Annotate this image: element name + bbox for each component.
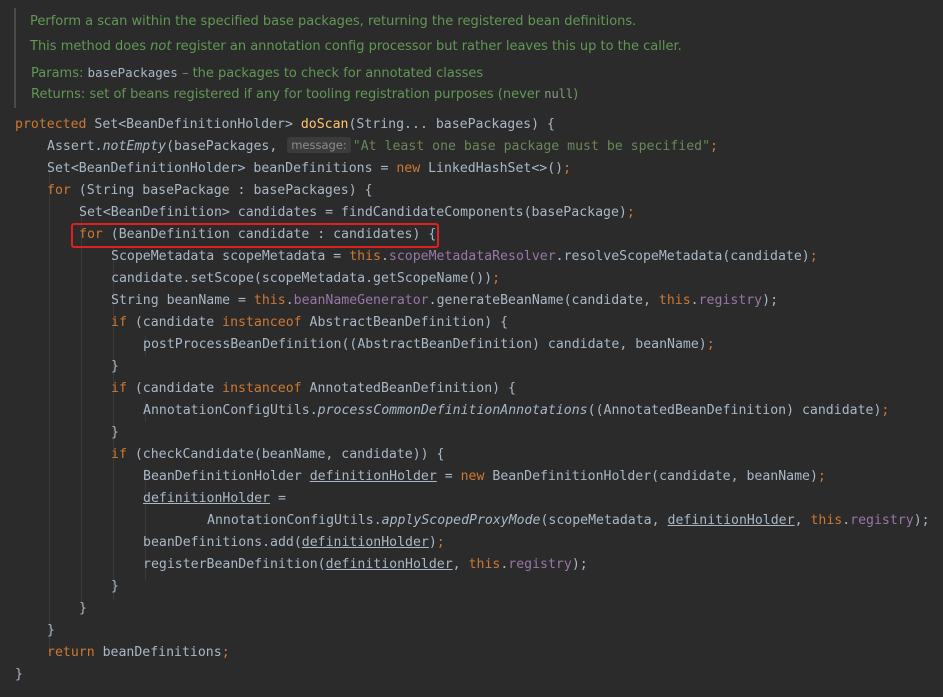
highlighted-code-line[interactable]: for (BeanDefinition candidate : candidat… [79,224,436,246]
javadoc-summary: Perform a scan within the specified base… [30,14,637,29]
code-line[interactable]: AnnotationConfigUtils.applyScopedProxyMo… [207,510,930,532]
code-line[interactable]: } [111,576,119,598]
code-line[interactable]: candidate.setScope(scopeMetadata.getScop… [111,268,500,290]
indent-guide [81,204,82,606]
javadoc-bar [14,8,16,108]
code-line[interactable]: return beanDefinitions; [47,642,230,664]
code-line[interactable]: AnnotationConfigUtils.processCommonDefin… [143,400,889,422]
code-line[interactable]: if (candidate instanceof AbstractBeanDef… [111,312,508,334]
code-line[interactable]: } [111,422,119,444]
code-line[interactable]: BeanDefinitionHolder definitionHolder = … [143,466,826,488]
code-line[interactable]: definitionHolder = [143,488,286,510]
code-line[interactable]: beanDefinitions.add(definitionHolder); [143,532,445,554]
code-line[interactable]: if (candidate instanceof AnnotatedBeanDe… [111,378,516,400]
javadoc-returns: Returns: set of beans registered if any … [31,87,579,102]
javadoc-note: This method does not register an annotat… [30,39,682,54]
code-line[interactable]: } [111,356,119,378]
indent-guide [49,160,50,652]
javadoc-panel: Perform a scan within the specified base… [0,0,943,110]
code-line[interactable]: } [79,598,87,620]
code-line[interactable]: String beanName = this.beanNameGenerator… [111,290,778,312]
code-line[interactable]: registerBeanDefinition(definitionHolder,… [143,554,588,576]
parameter-hint: message: [287,137,351,153]
code-line[interactable]: Set<BeanDefinition> candidates = findCan… [79,202,635,224]
javadoc-params: Params: basePackages – the packages to c… [31,65,484,81]
code-line[interactable]: if (checkCandidate(beanName, candidate))… [111,444,444,466]
code-line[interactable]: Set<BeanDefinitionHolder> beanDefinition… [47,158,571,180]
code-line[interactable]: Assert.notEmpty(basePackages, message: "A… [47,136,718,158]
code-line[interactable]: } [15,664,23,686]
code-line[interactable]: } [47,620,55,642]
code-line[interactable]: protected Set<BeanDefinitionHolder> doSc… [15,114,555,136]
code-line[interactable]: ScopeMetadata scopeMetadata = this.scope… [111,246,818,268]
code-line[interactable]: for (String basePackage : basePackages) … [47,180,373,202]
code-line[interactable]: postProcessBeanDefinition((AbstractBeanD… [143,334,715,356]
